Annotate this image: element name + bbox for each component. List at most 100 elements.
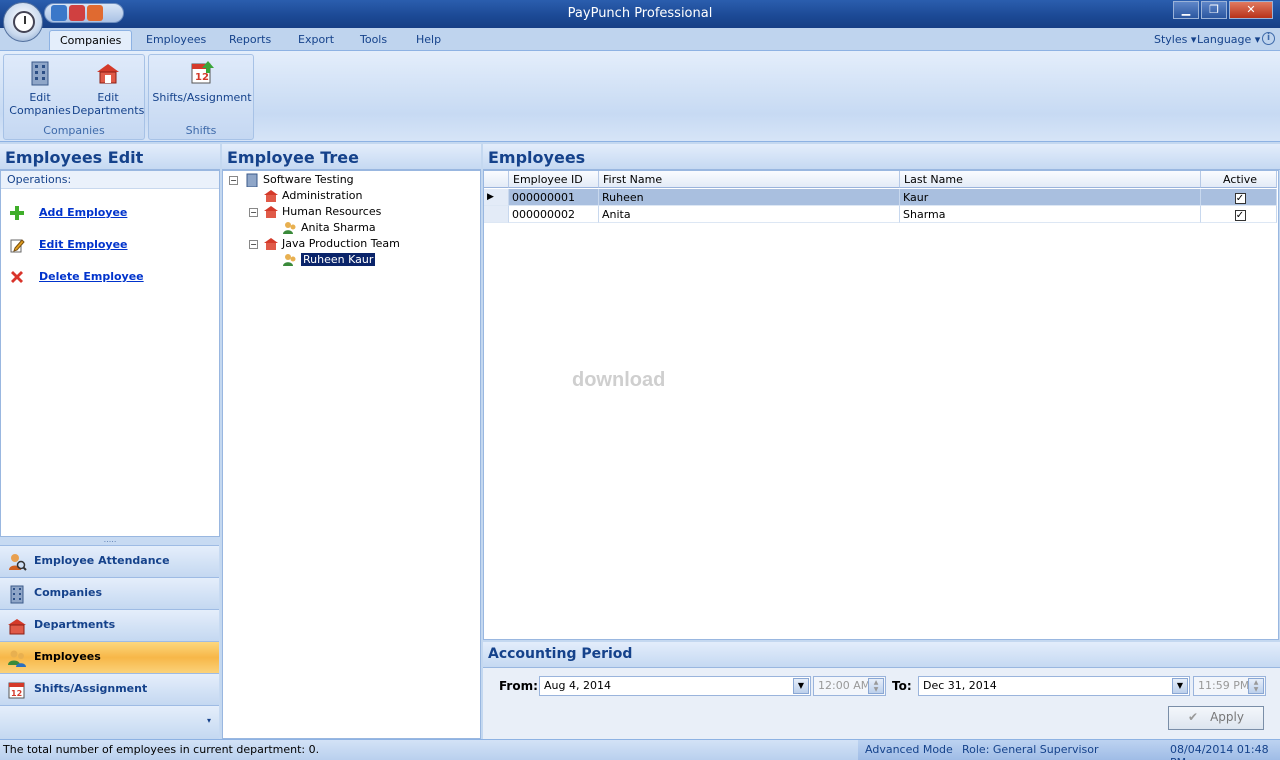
cell-employee-id[interactable]: 000000002 <box>509 206 599 223</box>
shifts-assignment-label: Shifts/Assignment <box>152 91 252 104</box>
tab-employees[interactable]: Employees <box>136 30 216 50</box>
maximize-button[interactable]: ❐ <box>1201 1 1227 19</box>
tree-root-label: Software Testing <box>263 173 354 186</box>
to-time-spinner: 11:59 PM ▲ ▼ <box>1193 676 1266 696</box>
from-time-value: 12:00 AM <box>818 679 871 692</box>
tab-help[interactable]: Help <box>406 30 451 50</box>
cell-first-name[interactable]: Anita <box>599 206 900 223</box>
chevron-down-icon[interactable]: ▼ <box>1172 678 1188 694</box>
status-role: Role: General Supervisor <box>962 743 1099 756</box>
building-icon <box>31 61 49 86</box>
employee-icon <box>283 254 296 266</box>
tree-node-ruheen-kaur[interactable]: Ruheen Kaur <box>282 253 376 267</box>
group-companies-label: Companies <box>43 124 105 137</box>
language-menu[interactable]: Language ▾ <box>1187 30 1270 50</box>
to-label: To: <box>892 679 912 693</box>
tree-node-java-production-team[interactable]: Java Production Team <box>263 237 400 251</box>
tree-human-resources-label: Human Resources <box>282 205 382 218</box>
add-employee-link[interactable]: Add Employee <box>9 205 127 221</box>
collapse-toggle[interactable]: − <box>249 240 258 249</box>
edit-pencil-icon <box>9 237 25 253</box>
calendar-icon: 12 <box>191 61 214 84</box>
tree-node-administration[interactable]: Administration <box>263 189 363 203</box>
cell-active[interactable]: ✓ <box>1201 206 1277 223</box>
tab-companies[interactable]: Companies <box>49 30 133 50</box>
to-date-picker[interactable]: Dec 31, 2014 ▼ <box>918 676 1190 696</box>
employee-tree-title: Employee Tree <box>222 144 481 170</box>
nav-shifts-assignment[interactable]: 12 Shifts/Assignment <box>0 673 219 705</box>
check-icon: ✔ <box>1188 710 1199 724</box>
edit-employee-link[interactable]: Edit Employee <box>9 237 128 253</box>
close-button[interactable]: ✕ <box>1229 1 1273 19</box>
nav-shifts-assignment-label: Shifts/Assignment <box>34 682 148 695</box>
chevron-down-icon[interactable]: ▼ <box>793 678 809 694</box>
edit-companies-label-2: Companies <box>9 104 71 117</box>
to-date-value: Dec 31, 2014 <box>923 679 997 692</box>
chevron-down-icon[interactable]: ▾ <box>207 716 211 725</box>
department-icon <box>264 206 278 218</box>
group-shifts: 12 Shifts/Assignment Shifts <box>148 54 254 140</box>
row-selector[interactable] <box>484 206 509 223</box>
edit-departments-label-2: Departments <box>72 104 145 117</box>
nav-employee-attendance[interactable]: Employee Attendance <box>0 545 219 577</box>
edit-companies-label-1: Edit <box>29 91 51 104</box>
tab-export[interactable]: Export <box>288 30 344 50</box>
active-checkbox[interactable]: ✓ <box>1234 210 1246 221</box>
nav-companies[interactable]: Companies <box>0 577 219 609</box>
table-row[interactable]: 000000002 Anita Sharma ✓ <box>484 206 1277 223</box>
department-icon <box>264 238 278 250</box>
cell-employee-id[interactable]: 000000001 <box>509 189 599 206</box>
svg-text:12: 12 <box>195 72 209 83</box>
cell-last-name[interactable]: Sharma <box>900 206 1201 223</box>
departments-icon <box>8 619 26 635</box>
tab-tools[interactable]: Tools <box>350 30 397 50</box>
col-active[interactable]: Active <box>1201 171 1277 188</box>
quick-access-toolbar <box>44 3 124 23</box>
accounting-period-title: Accounting Period <box>483 642 1280 668</box>
from-date-picker[interactable]: Aug 4, 2014 ▼ <box>539 676 811 696</box>
row-selector-icon[interactable]: ▶ <box>484 189 509 206</box>
tab-reports[interactable]: Reports <box>219 30 281 50</box>
cell-first-name[interactable]: Ruheen <box>599 189 900 206</box>
edit-departments-button[interactable]: Edit Departments <box>72 59 144 117</box>
collapse-toggle[interactable]: − <box>249 208 258 217</box>
edit-companies-button[interactable]: Edit Companies <box>8 59 72 117</box>
from-label: From: <box>499 679 538 693</box>
table-row[interactable]: ▶ 000000001 Ruheen Kaur ✓ <box>484 189 1277 206</box>
from-time-spinner: 12:00 AM ▲ ▼ <box>813 676 886 696</box>
tree-anita-sharma-label: Anita Sharma <box>301 221 376 234</box>
tree-ruheen-kaur-label: Ruheen Kaur <box>301 253 376 266</box>
attendance-search-icon <box>9 554 27 571</box>
employee-icon <box>283 222 296 234</box>
active-checkbox[interactable]: ✓ <box>1234 193 1246 204</box>
app-menu-button[interactable] <box>3 2 43 42</box>
employees-grid[interactable]: Employee ID First Name Last Name Active … <box>483 170 1279 640</box>
tree-node-anita-sharma[interactable]: Anita Sharma <box>282 221 376 235</box>
col-first-name[interactable]: First Name <box>599 171 900 188</box>
nav-employees-label: Employees <box>34 650 101 663</box>
cell-last-name[interactable]: Kaur <box>900 189 1201 206</box>
collapse-toggle[interactable]: − <box>229 176 238 185</box>
nav-departments[interactable]: Departments <box>0 609 219 641</box>
nav-overflow[interactable]: ▾ <box>0 705 219 739</box>
tree-node-human-resources[interactable]: Human Resources <box>263 205 381 219</box>
cell-active[interactable]: ✓ <box>1201 189 1277 206</box>
minimize-button[interactable]: ▁ <box>1173 1 1199 19</box>
delete-employee-link[interactable]: Delete Employee <box>9 269 144 285</box>
checklist-icon[interactable] <box>69 5 85 21</box>
info-icon[interactable]: i <box>1262 32 1275 45</box>
col-last-name[interactable]: Last Name <box>900 171 1201 188</box>
shifts-assignment-button[interactable]: 12 Shifts/Assignment <box>152 59 252 104</box>
title-bar: PayPunch Professional ▁ ❐ ✕ <box>0 0 1280 28</box>
refresh-icon[interactable] <box>51 5 67 21</box>
splitter-handle[interactable]: ..... <box>0 536 220 545</box>
tree-node-root[interactable]: Software Testing <box>244 173 354 187</box>
apply-button[interactable]: ✔ Apply <box>1168 706 1264 730</box>
employee-tree[interactable]: − Software Testing Administration − Huma… <box>222 170 481 739</box>
nav-employees[interactable]: Employees <box>0 641 219 673</box>
col-employee-id[interactable]: Employee ID <box>509 171 599 188</box>
building-icon <box>10 585 24 604</box>
tree-java-production-team-label: Java Production Team <box>282 237 400 250</box>
help-lifebuoy-icon[interactable] <box>87 5 103 21</box>
styles-label: Styles <box>1154 33 1188 46</box>
